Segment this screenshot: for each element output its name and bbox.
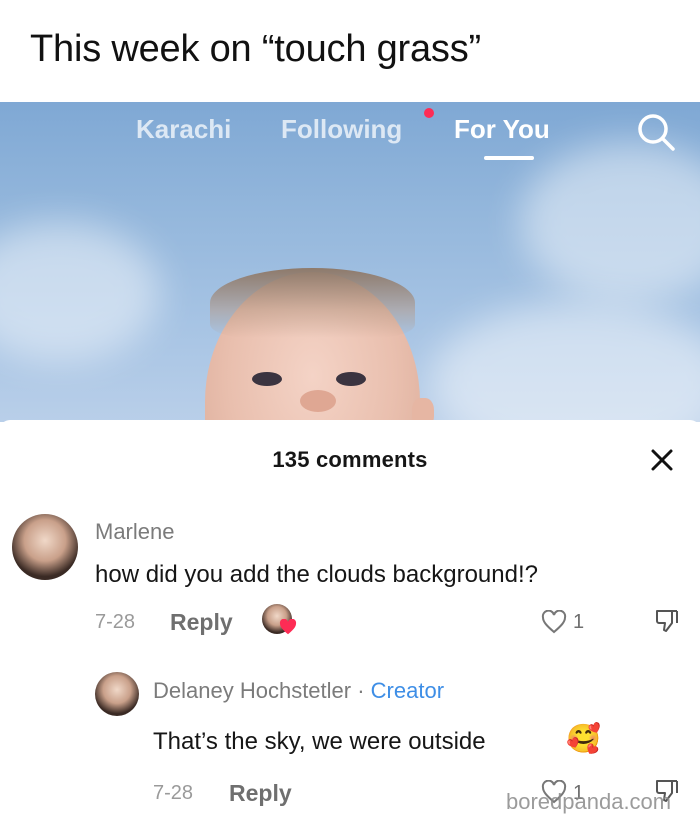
tab-for-you[interactable]: For You	[454, 114, 550, 145]
cloud	[520, 142, 700, 302]
creator-liked-badge	[262, 604, 297, 638]
top-nav: Karachi Following For You	[0, 102, 700, 162]
notification-dot	[424, 108, 434, 118]
video-player[interactable]: Karachi Following For You	[0, 102, 700, 422]
baby-hair	[210, 268, 415, 338]
avatar[interactable]	[12, 514, 78, 580]
comment-username[interactable]: Marlene	[95, 519, 174, 545]
smiling-hearts-emoji: 🥰	[566, 723, 601, 754]
baby-nose	[300, 390, 336, 412]
baby-eye	[336, 372, 366, 386]
avatar[interactable]	[95, 672, 139, 716]
cloud	[0, 222, 160, 362]
heart-icon	[279, 619, 297, 635]
reply-username[interactable]: Delaney Hochstetler	[153, 678, 351, 703]
close-icon[interactable]	[650, 448, 674, 472]
comments-panel: 135 comments Marlene how did you add the…	[0, 420, 700, 825]
reply-username-line: Delaney Hochstetler · Creator	[153, 678, 444, 704]
comment-text: how did you add the clouds background!?	[95, 561, 538, 588]
comment-date: 7-28	[95, 611, 136, 633]
watermark: boredpanda.com	[506, 789, 672, 814]
reply-button[interactable]: Reply	[170, 609, 233, 636]
tab-karachi[interactable]: Karachi	[136, 114, 231, 145]
comments-count: 135 comments	[272, 447, 428, 472]
separator: ·	[351, 678, 371, 703]
tab-following[interactable]: Following	[281, 114, 402, 145]
like-heart-icon[interactable]	[541, 610, 567, 634]
baby-eye	[252, 372, 282, 386]
dislike-icon[interactable]	[654, 608, 680, 634]
like-count: 1	[573, 611, 585, 633]
search-icon[interactable]	[636, 112, 676, 152]
caption: This week on “touch grass”	[30, 28, 481, 70]
reply-button[interactable]: Reply	[229, 780, 292, 807]
reply-date: 7-28	[153, 782, 194, 804]
active-tab-indicator	[484, 156, 534, 160]
baby-ear	[412, 398, 434, 422]
creator-badge: Creator	[370, 678, 445, 703]
cloud	[430, 302, 700, 422]
reply-text: That’s the sky, we were outside	[153, 728, 486, 755]
